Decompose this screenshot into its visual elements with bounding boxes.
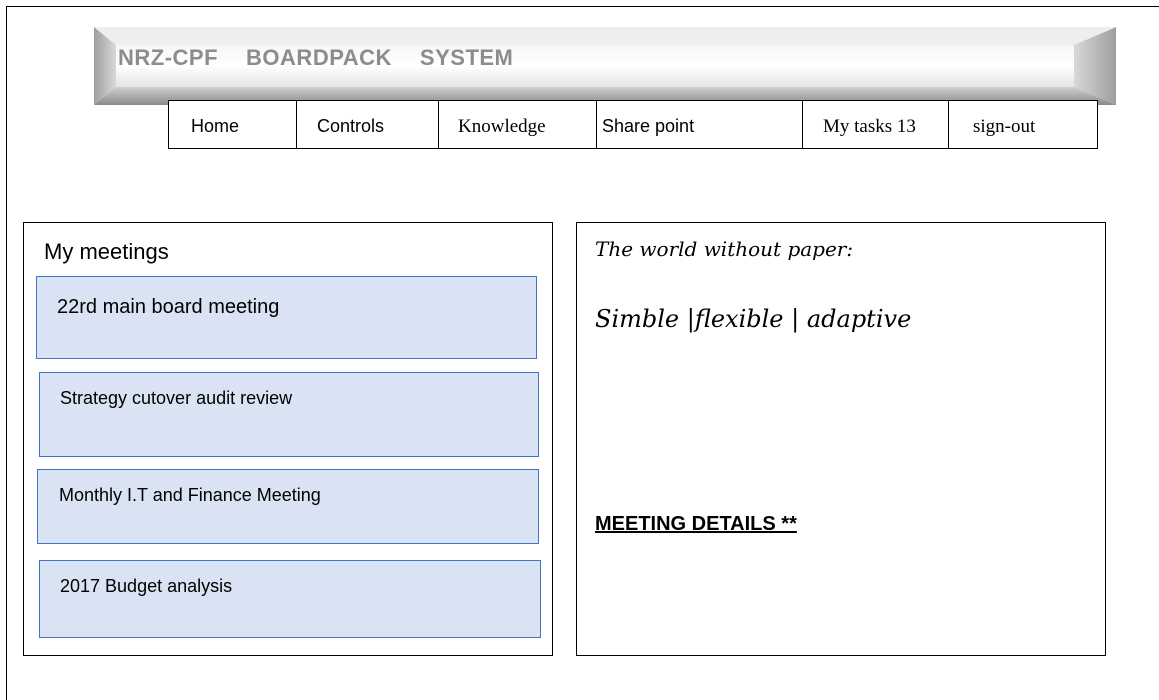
tab-home[interactable]: Home [168, 100, 298, 149]
tab-label: Controls [317, 116, 385, 136]
meeting-details-link[interactable]: MEETING DETAILS ** [595, 513, 797, 536]
meeting-label: Strategy cutover audit review [60, 388, 293, 408]
tab-knowledge[interactable]: Knowledge [438, 100, 598, 149]
tagline-heading: The world without paper: [595, 237, 854, 261]
app-title-part: SYSTEM [419, 45, 514, 70]
app-title-part: NRZ-CPF [118, 45, 219, 70]
meeting-label: Monthly I.T and Finance Meeting [59, 485, 321, 505]
info-panel: The world without paper: Simble |flexibl… [576, 222, 1106, 656]
my-meetings-heading: My meetings [44, 239, 169, 264]
tab-share-point[interactable]: Share point [596, 100, 804, 149]
tab-label: Share point [602, 116, 695, 136]
tab-label: My tasks 13 [823, 116, 916, 137]
tab-controls[interactable]: Controls [296, 100, 440, 149]
tab-label: Knowledge [458, 116, 546, 137]
tab-my-tasks[interactable]: My tasks 13 [802, 100, 950, 149]
tab-sign-out[interactable]: sign-out [948, 100, 1098, 149]
meeting-item[interactable]: Strategy cutover audit review [39, 372, 539, 457]
meeting-item[interactable]: Monthly I.T and Finance Meeting [37, 469, 539, 544]
meeting-item[interactable]: 2017 Budget analysis [39, 560, 541, 638]
meeting-item[interactable]: 22rd main board meeting [36, 276, 537, 359]
my-meetings-panel: My meetings 22rd main board meeting Stra… [23, 222, 553, 656]
tagline-features: Simble |flexible | adaptive [595, 305, 912, 333]
tab-label: Home [191, 116, 240, 136]
app-header-banner: NRZ-CPF BOARDPACK SYSTEM [94, 27, 1116, 105]
meeting-label: 22rd main board meeting [57, 296, 280, 318]
tab-label: sign-out [973, 116, 1036, 137]
app-title: NRZ-CPF BOARDPACK SYSTEM [118, 45, 541, 71]
app-title-part: BOARDPACK [246, 45, 392, 70]
meeting-label: 2017 Budget analysis [60, 576, 233, 596]
